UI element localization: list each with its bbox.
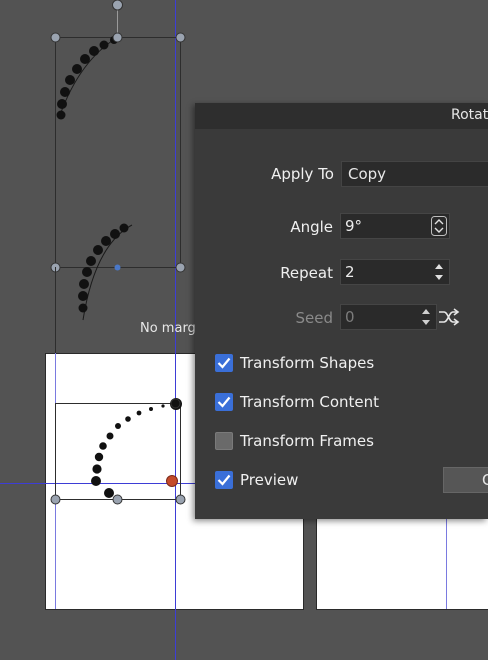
checkmark-icon[interactable] bbox=[215, 393, 233, 411]
increment-arrow-icon[interactable] bbox=[431, 262, 447, 271]
rotated-copy-middle[interactable] bbox=[55, 223, 133, 354]
apply-to-value: Copy bbox=[348, 165, 387, 183]
apply-to-select[interactable]: Copy bbox=[341, 161, 488, 187]
dialog-title: Rotat bbox=[451, 107, 488, 123]
decrement-arrow-icon[interactable] bbox=[431, 273, 447, 282]
decrement-arrow-icon bbox=[418, 318, 434, 327]
increment-arrow-icon bbox=[418, 307, 434, 316]
shuffle-icon[interactable] bbox=[438, 308, 460, 330]
repeat-stepper[interactable] bbox=[431, 262, 447, 282]
handle bbox=[175, 494, 186, 505]
preview-checkbox[interactable]: Preview bbox=[215, 469, 298, 491]
canvas-note: No margi bbox=[140, 321, 200, 336]
checkbox-label: Transform Content bbox=[240, 393, 380, 411]
handle bbox=[112, 494, 123, 505]
empty-checkbox-icon[interactable] bbox=[215, 432, 233, 450]
dialog-titlebar[interactable]: Rotat bbox=[195, 103, 488, 129]
up-down-arrows-icon bbox=[431, 216, 447, 236]
rotation-center-marker bbox=[166, 475, 178, 487]
checkbox-label: Transform Shapes bbox=[240, 354, 375, 372]
center-handle bbox=[114, 264, 121, 271]
dialog-action-button[interactable]: C bbox=[443, 467, 488, 493]
handle bbox=[175, 262, 186, 273]
repeat-input[interactable] bbox=[341, 260, 421, 284]
handle bbox=[112, 32, 123, 43]
transform-frames-checkbox[interactable]: Transform Frames bbox=[215, 430, 374, 452]
handle bbox=[50, 494, 61, 505]
apply-to-label: Apply To bbox=[271, 165, 334, 183]
checkmark-icon[interactable] bbox=[215, 471, 233, 489]
angle-field[interactable] bbox=[340, 213, 450, 239]
seed-input bbox=[341, 305, 421, 329]
repeat-label: Repeat bbox=[280, 264, 333, 282]
handle bbox=[175, 32, 186, 43]
angle-label: Angle bbox=[290, 218, 333, 236]
transform-shapes-checkbox[interactable]: Transform Shapes bbox=[215, 352, 374, 374]
checkbox-label: Transform Frames bbox=[240, 432, 374, 450]
angle-input[interactable] bbox=[341, 214, 421, 238]
handle bbox=[50, 32, 61, 43]
seed-stepper bbox=[418, 307, 434, 327]
seed-label: Seed bbox=[295, 309, 334, 327]
rotate-dialog: Rotat Apply To Copy Angle Repeat Seed bbox=[195, 103, 488, 519]
seed-field bbox=[340, 304, 437, 330]
checkbox-label: Preview bbox=[240, 471, 299, 489]
angle-stepper[interactable] bbox=[431, 216, 447, 236]
handle bbox=[112, 0, 123, 11]
checkmark-icon[interactable] bbox=[215, 354, 233, 372]
transform-content-checkbox[interactable]: Transform Content bbox=[215, 391, 379, 413]
repeat-field[interactable] bbox=[340, 259, 450, 285]
